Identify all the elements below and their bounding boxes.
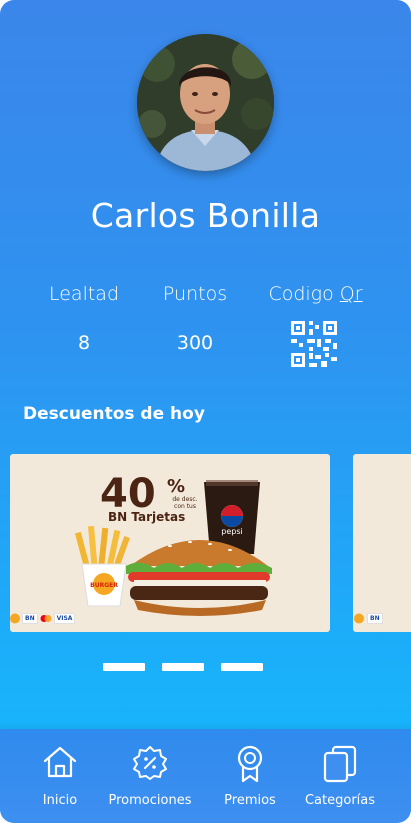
user-name: Carlos Bonilla: [90, 196, 321, 235]
payment-logos-next: BN: [353, 613, 383, 624]
bn-chip: BN: [22, 613, 38, 624]
bk-mini-logo-icon: [10, 613, 20, 624]
section-title: Descuentos de hoy: [23, 404, 205, 424]
discount-badge-icon: [133, 746, 167, 780]
nav-item-inicio[interactable]: Inicio: [30, 729, 90, 823]
qr-code-icon[interactable]: [291, 321, 337, 367]
puntos-value: 300: [176, 332, 214, 354]
bk-mini-logo-icon: [354, 613, 364, 624]
pager-indicator-1[interactable]: [103, 663, 145, 671]
pepsi-label: pepsi: [221, 527, 242, 536]
app-screen: Carlos Bonilla Lealtad Puntos Codigo Qr …: [0, 0, 411, 823]
lealtad-value: 8: [77, 332, 91, 354]
pager-indicator-2[interactable]: [162, 663, 204, 671]
nav-label-categorias: Categorías: [304, 793, 376, 808]
nav-item-promociones[interactable]: Promociones: [100, 729, 200, 823]
award-ribbon-icon: [237, 745, 263, 783]
promo-card-next[interactable]: BN: [353, 454, 411, 632]
codigo-qr-label: Codigo Qr: [258, 283, 373, 305]
fries-icon: BURGER: [74, 525, 130, 607]
nav-label-premios: Premios: [224, 793, 276, 808]
nav-label-inicio: Inicio: [42, 793, 78, 808]
burger-promo-illustration: BURGER pepsi: [74, 480, 272, 616]
visa-chip: VISA: [53, 613, 76, 624]
avatar[interactable]: [137, 34, 274, 171]
bk-logo-text: BURGER: [90, 582, 118, 589]
lealtad-label: Lealtad: [48, 283, 120, 305]
qr-link[interactable]: Qr: [340, 283, 363, 305]
promo-card[interactable]: 40 % de desc. con tus BN Tarjetas BURGER: [10, 454, 330, 632]
mastercard-icon: [40, 615, 52, 622]
user-photo-icon: [137, 34, 274, 171]
puntos-label: Puntos: [162, 283, 228, 305]
bottom-navigation: Inicio Promociones Premios Categorías: [0, 729, 411, 823]
nav-item-premios[interactable]: Premios: [215, 729, 285, 823]
stacked-cards-icon: [323, 745, 357, 783]
pager-indicator-3[interactable]: [221, 663, 263, 671]
payment-logos: BN VISA: [10, 613, 76, 624]
nav-item-categorias[interactable]: Categorías: [295, 729, 385, 823]
nav-label-promociones: Promociones: [108, 793, 192, 808]
home-icon: [43, 746, 77, 778]
codigo-label: Codigo: [268, 283, 334, 305]
bn-chip-next: BN: [367, 613, 383, 624]
